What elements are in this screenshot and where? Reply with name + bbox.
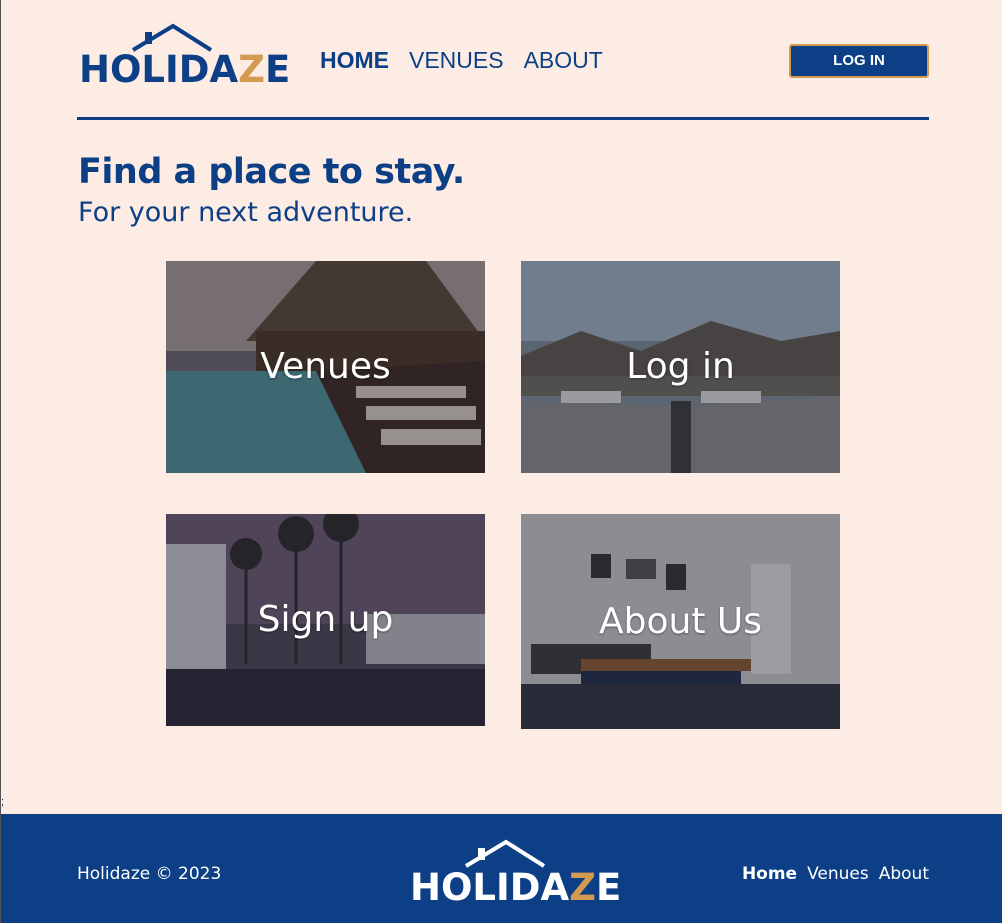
card-about[interactable]: About Us <box>521 514 840 729</box>
site-header: HOLIDAZE HOME VENUES ABOUT LOG IN <box>77 0 929 120</box>
card-signup[interactable]: Sign up <box>166 514 485 726</box>
nav-venues[interactable]: VENUES <box>409 45 504 75</box>
logo-wordmark: HOLIDAZE <box>79 48 291 91</box>
card-label: Sign up <box>257 599 394 640</box>
card-label: Log in <box>626 346 735 387</box>
card-venues[interactable]: Venues <box>166 261 485 473</box>
house-roof-icon <box>464 839 546 868</box>
main-nav: HOME VENUES ABOUT <box>320 45 603 75</box>
card-label: Venues <box>260 346 391 387</box>
nav-about[interactable]: ABOUT <box>524 45 603 75</box>
footer-logo[interactable]: HOLIDAZE <box>410 838 621 908</box>
holidaze-logo[interactable]: HOLIDAZE <box>79 22 290 90</box>
footer-link-about[interactable]: About <box>879 863 929 885</box>
page-title: Find a place to stay. <box>78 152 465 192</box>
page-subtitle: For your next adventure. <box>78 197 414 228</box>
card-label: About Us <box>599 600 762 642</box>
footer-nav: Home Venues About <box>742 863 929 885</box>
nav-home[interactable]: HOME <box>320 45 389 75</box>
stray-text: ; <box>1 796 5 808</box>
footer-link-home[interactable]: Home <box>742 863 797 885</box>
card-login[interactable]: Log in <box>521 261 840 473</box>
footer-link-venues[interactable]: Venues <box>807 863 869 885</box>
login-button[interactable]: LOG IN <box>789 44 929 78</box>
site-footer: Holidaze © 2023 HOLIDAZE Home Venues Abo… <box>1 814 1002 923</box>
logo-wordmark: HOLIDAZE <box>410 866 622 909</box>
copyright-text: Holidaze © 2023 <box>77 864 222 884</box>
